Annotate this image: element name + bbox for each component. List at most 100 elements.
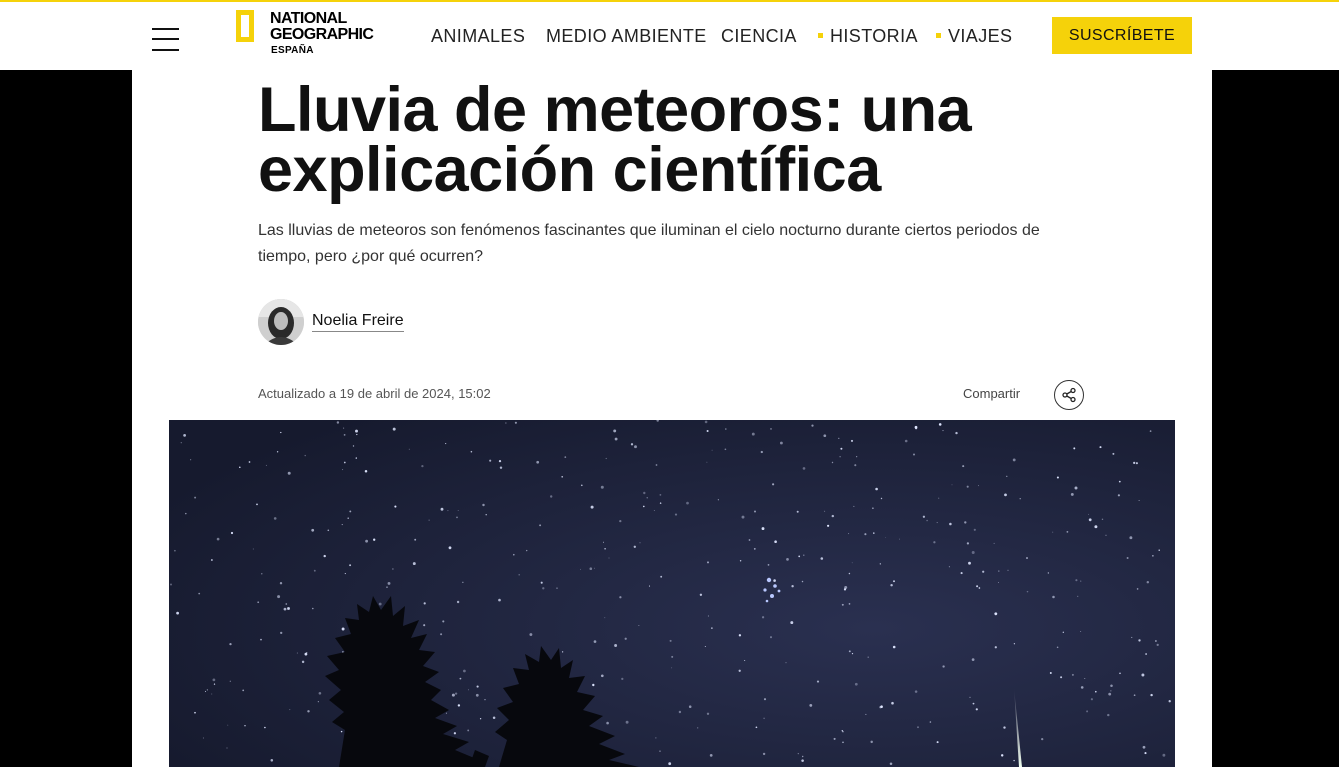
star bbox=[717, 499, 719, 501]
star bbox=[840, 447, 843, 450]
author-name-link[interactable]: Noelia Freire bbox=[312, 312, 404, 332]
star bbox=[1006, 475, 1008, 477]
star bbox=[204, 690, 207, 693]
star bbox=[659, 750, 661, 752]
star bbox=[706, 561, 710, 564]
star bbox=[659, 502, 662, 504]
star bbox=[513, 553, 515, 556]
star bbox=[875, 487, 878, 491]
star bbox=[1141, 673, 1145, 677]
star bbox=[408, 448, 410, 450]
star bbox=[470, 450, 473, 453]
star bbox=[378, 602, 382, 606]
star bbox=[1088, 518, 1092, 522]
hamburger-menu-icon[interactable] bbox=[152, 28, 180, 52]
star bbox=[962, 465, 965, 468]
star bbox=[889, 762, 893, 766]
star bbox=[978, 485, 980, 487]
star bbox=[485, 513, 487, 516]
star bbox=[340, 730, 343, 733]
star bbox=[786, 558, 789, 561]
star bbox=[467, 689, 470, 691]
star bbox=[287, 471, 291, 475]
star bbox=[796, 510, 799, 513]
star bbox=[423, 602, 426, 605]
star bbox=[564, 456, 567, 458]
star bbox=[619, 596, 622, 599]
star bbox=[976, 585, 979, 588]
star bbox=[798, 555, 801, 558]
star bbox=[1126, 557, 1129, 559]
star bbox=[890, 583, 893, 587]
nav-item-ciencia[interactable]: CIENCIA bbox=[721, 26, 797, 47]
site-header: NATIONAL GEOGRAPHIC ESPAÑA ANIMALES MEDI… bbox=[0, 2, 1339, 70]
star bbox=[1074, 486, 1078, 490]
hamburger-bar bbox=[152, 49, 179, 51]
star bbox=[998, 570, 1000, 572]
star bbox=[440, 507, 444, 511]
star bbox=[856, 456, 858, 458]
star bbox=[457, 510, 459, 512]
star bbox=[851, 653, 854, 655]
star bbox=[659, 494, 662, 496]
star bbox=[966, 542, 970, 545]
star bbox=[936, 741, 939, 744]
star bbox=[842, 731, 844, 733]
nav-dot-icon bbox=[936, 32, 941, 38]
star bbox=[802, 755, 804, 758]
star bbox=[755, 726, 758, 729]
star bbox=[344, 573, 346, 575]
share-label[interactable]: Compartir bbox=[963, 386, 1020, 401]
star bbox=[347, 517, 349, 519]
star bbox=[839, 456, 841, 458]
star bbox=[1047, 572, 1049, 574]
star bbox=[1138, 639, 1141, 642]
star bbox=[1003, 726, 1006, 729]
star bbox=[613, 429, 617, 433]
nav-item-viajes[interactable]: VIAJES bbox=[936, 26, 1012, 47]
star bbox=[336, 421, 340, 424]
star bbox=[668, 762, 672, 766]
author-byline: Noelia Freire bbox=[258, 299, 404, 345]
nav-item-medio-ambiente[interactable]: MEDIO AMBIENTE bbox=[546, 26, 707, 47]
star bbox=[1118, 480, 1121, 483]
star bbox=[229, 642, 232, 646]
star bbox=[1004, 493, 1007, 497]
star bbox=[1026, 590, 1029, 593]
star bbox=[445, 712, 447, 714]
article-title: Lluvia de meteoros: una explicación cien… bbox=[258, 75, 972, 205]
star bbox=[600, 485, 604, 489]
star bbox=[1129, 536, 1133, 540]
nav-item-animales[interactable]: ANIMALES bbox=[431, 26, 525, 47]
nav-item-historia[interactable]: HISTORIA bbox=[818, 26, 918, 47]
nav-item-label: MEDIO AMBIENTE bbox=[546, 26, 707, 46]
star bbox=[753, 547, 756, 550]
star bbox=[1013, 759, 1015, 762]
star bbox=[341, 524, 343, 526]
author-avatar[interactable] bbox=[258, 299, 304, 345]
star bbox=[772, 483, 775, 486]
star bbox=[229, 680, 231, 682]
star bbox=[349, 564, 352, 567]
star bbox=[864, 533, 867, 536]
star bbox=[769, 636, 773, 639]
star bbox=[1049, 672, 1052, 674]
subscribe-button[interactable]: SUSCRÍBETE bbox=[1052, 17, 1192, 54]
star bbox=[313, 569, 316, 572]
star bbox=[242, 689, 245, 692]
star bbox=[1144, 752, 1147, 755]
star bbox=[580, 484, 583, 487]
star bbox=[277, 595, 281, 599]
nat-geo-logo[interactable]: NATIONAL GEOGRAPHIC ESPAÑA bbox=[236, 8, 386, 60]
star bbox=[590, 505, 594, 509]
star bbox=[304, 454, 306, 457]
share-button[interactable] bbox=[1054, 380, 1084, 410]
star bbox=[801, 759, 804, 762]
star bbox=[848, 533, 850, 535]
star bbox=[802, 467, 806, 470]
star bbox=[482, 503, 485, 507]
star bbox=[739, 560, 742, 562]
star bbox=[671, 667, 673, 669]
star bbox=[823, 434, 827, 438]
logo-text-line1: NATIONAL bbox=[270, 10, 347, 27]
